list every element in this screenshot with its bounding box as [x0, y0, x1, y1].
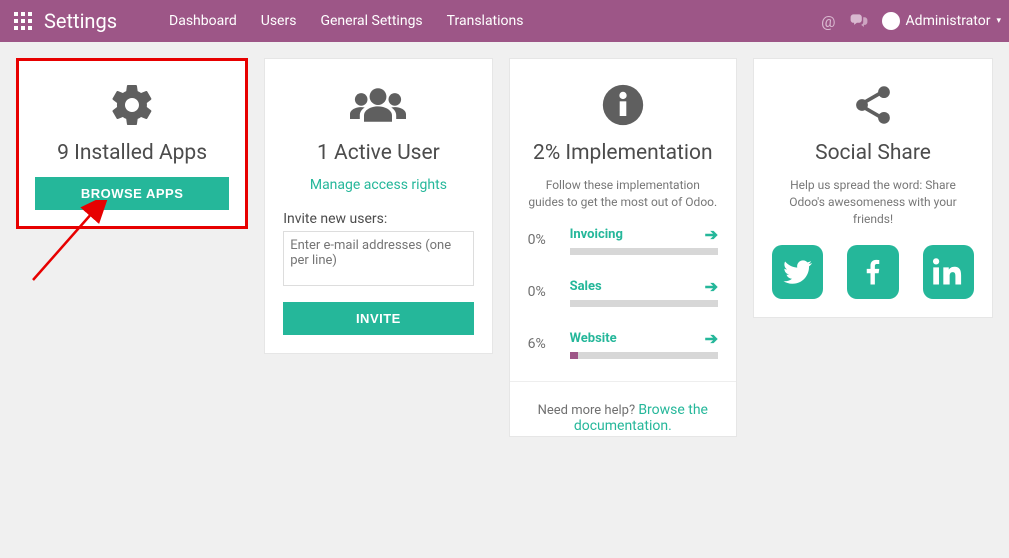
- nav-general-settings[interactable]: General Settings: [308, 0, 434, 42]
- users-icon: [283, 77, 473, 133]
- impl-pct: 0%: [528, 232, 560, 248]
- invite-users-label: Invite new users:: [283, 211, 473, 227]
- share-icon: [772, 77, 974, 133]
- installed-apps-title: 9 Installed Apps: [35, 141, 229, 165]
- social-share-card: Social Share Help us spread the word: Sh…: [753, 58, 993, 318]
- impl-pct: 0%: [528, 284, 560, 300]
- user-name: Administrator: [906, 13, 991, 29]
- manage-access-link[interactable]: Manage access rights: [283, 177, 473, 193]
- nav-users[interactable]: Users: [249, 0, 309, 42]
- app-header: Settings Dashboard Users General Setting…: [0, 0, 1009, 42]
- page-title: Settings: [44, 9, 117, 33]
- arrow-right-icon[interactable]: ➔: [705, 277, 718, 296]
- info-icon: [528, 77, 718, 133]
- linkedin-icon[interactable]: [923, 245, 974, 299]
- social-buttons: [772, 245, 974, 299]
- arrow-right-icon[interactable]: ➔: [705, 329, 718, 348]
- impl-pct: 6%: [528, 336, 560, 352]
- apps-icon[interactable]: [14, 12, 32, 30]
- impl-link-invoicing[interactable]: Invoicing: [570, 227, 623, 242]
- implementation-sub: Follow these implementation guides to ge…: [528, 177, 718, 211]
- chevron-down-icon: ▾: [996, 16, 1001, 26]
- invite-button[interactable]: Invite: [283, 302, 473, 335]
- user-menu[interactable]: Administrator ▾: [882, 12, 1001, 30]
- browse-apps-button[interactable]: Browse Apps: [35, 177, 229, 210]
- progress-bar: [570, 352, 718, 359]
- implementation-card: 2% Implementation Follow these implement…: [509, 58, 737, 437]
- active-user-card: 1 Active User Manage access rights Invit…: [264, 58, 492, 354]
- dashboard: 9 Installed Apps Browse Apps 1 Active Us…: [0, 42, 1009, 453]
- impl-row-website: 6% Website ➔: [528, 329, 718, 359]
- progress-bar: [570, 248, 718, 255]
- impl-row-invoicing: 0% Invoicing ➔: [528, 225, 718, 255]
- impl-link-website[interactable]: Website: [570, 331, 617, 346]
- facebook-icon[interactable]: [847, 245, 898, 299]
- twitter-icon[interactable]: [772, 245, 823, 299]
- avatar: [882, 12, 900, 30]
- social-share-sub: Help us spread the word: Share Odoo's aw…: [772, 177, 974, 227]
- progress-bar: [570, 300, 718, 307]
- gear-icon: [35, 77, 229, 133]
- nav-dashboard[interactable]: Dashboard: [157, 0, 249, 42]
- header-right: @ Administrator ▾: [821, 12, 1001, 31]
- active-user-title: 1 Active User: [283, 141, 473, 165]
- chat-icon[interactable]: [850, 12, 868, 31]
- at-icon[interactable]: @: [821, 12, 835, 31]
- impl-row-sales: 0% Sales ➔: [528, 277, 718, 307]
- impl-footer: Need more help? Browse the documentation…: [510, 381, 736, 454]
- impl-link-sales[interactable]: Sales: [570, 279, 602, 294]
- header-nav: Dashboard Users General Settings Transla…: [157, 0, 535, 42]
- nav-translations[interactable]: Translations: [435, 0, 536, 42]
- installed-apps-card: 9 Installed Apps Browse Apps: [16, 58, 248, 229]
- arrow-right-icon[interactable]: ➔: [705, 225, 718, 244]
- implementation-title: 2% Implementation: [528, 141, 718, 165]
- help-prefix: Need more help?: [538, 403, 639, 418]
- social-share-title: Social Share: [772, 141, 974, 165]
- invite-users-input[interactable]: [283, 231, 473, 286]
